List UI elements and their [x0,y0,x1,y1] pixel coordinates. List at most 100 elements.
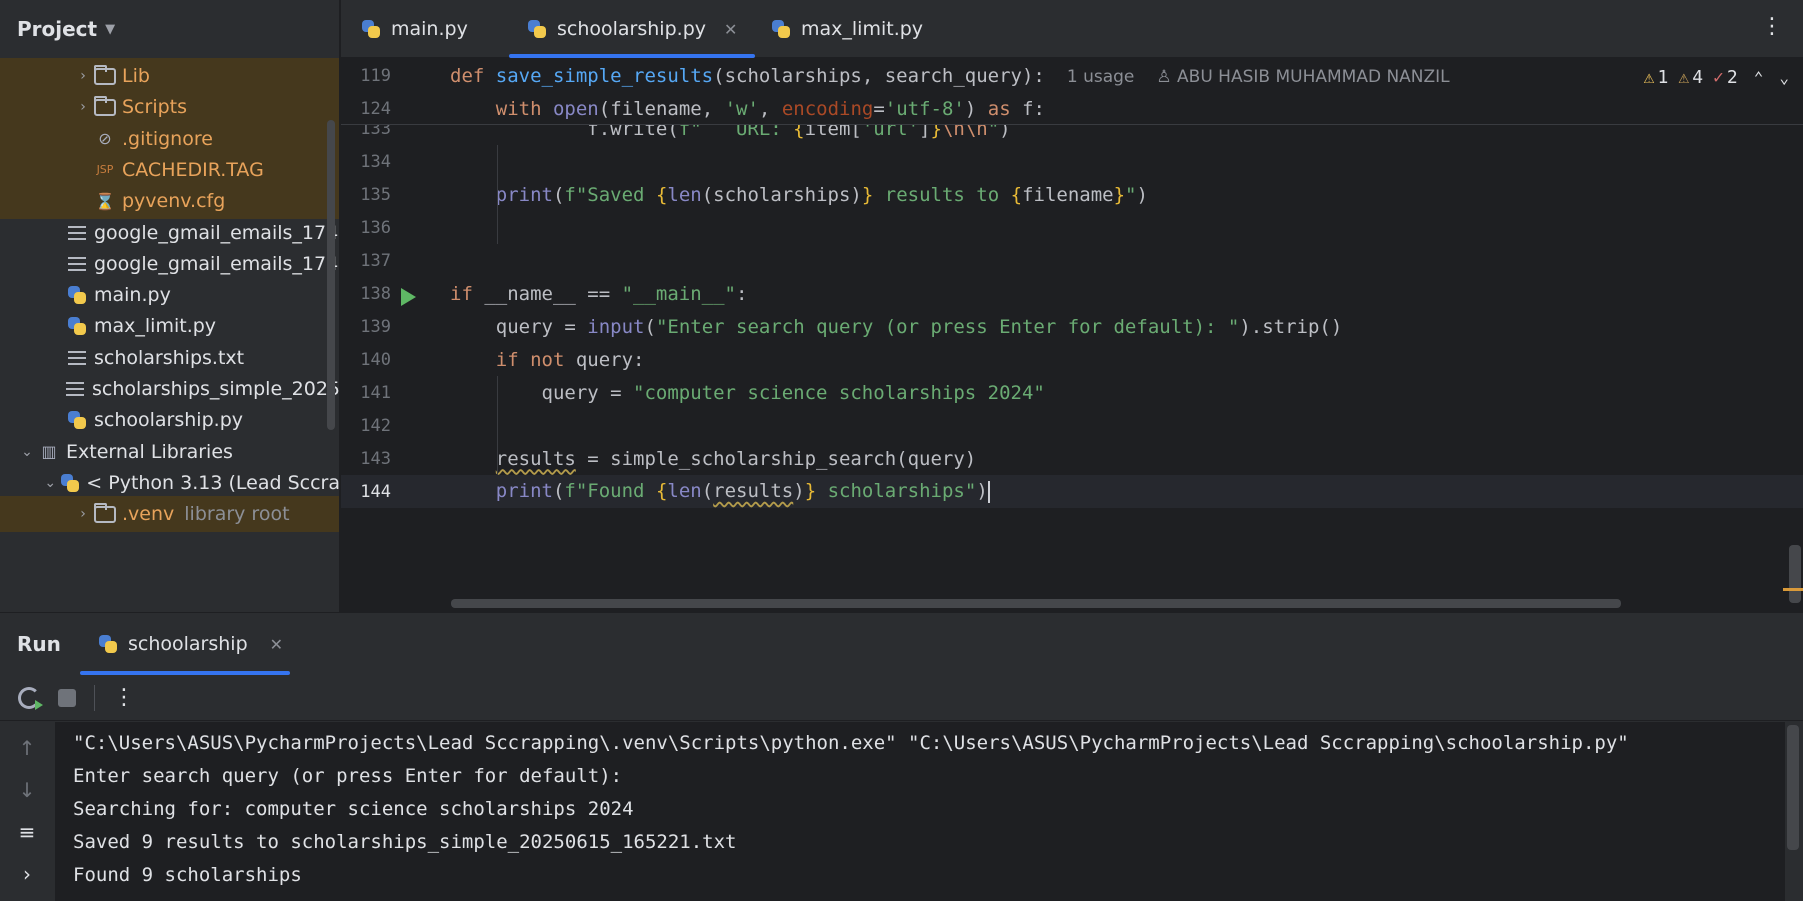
line-number: 124 [360,98,391,119]
tree-item-label: scholarships.txt [94,346,245,369]
sidebar-scrollbar[interactable] [327,120,335,430]
close-icon[interactable]: ✕ [724,20,737,39]
console-line: Enter search query (or press Enter for d… [73,764,623,787]
user-icon: ♙ [1156,66,1178,87]
previous-highlight-icon[interactable]: ⌃ [1754,68,1764,87]
chevron-right-icon[interactable]: › [74,506,92,522]
run-toolbar: ⋮ [0,675,1803,721]
line-number: 141 [360,382,391,403]
project-sidebar: Project ▼ › Lib › Scripts ⊘ .gitignore JSP CACH… [0,0,340,612]
text-file-icon [63,378,88,400]
run-tab-schoolarship[interactable]: schoolarship ✕ [80,613,290,675]
code-text: query = "computer science scholarships 2… [450,381,1045,404]
sticky-line-def[interactable]: 119 def save_simple_results(scholarships… [341,59,1803,92]
code-line[interactable]: 141 query = "computer science scholarshi… [341,376,1803,409]
ignore-file-icon: ⊘ [98,129,112,149]
console-side-toolbar: ↑ ↓ ≡ › [0,722,54,901]
typo-icon[interactable]: ✓ 2 [1713,67,1738,88]
more-options-icon[interactable]: ⋮ [113,685,135,710]
warning-stripe-marker[interactable] [1783,588,1803,591]
tree-item-label: Lib [122,65,150,87]
stop-icon[interactable] [58,688,76,707]
code-line[interactable]: 143 results = simple_scholarship_search(… [341,442,1803,475]
line-number: 144 [360,481,391,502]
soft-wrap-icon[interactable]: ≡ [19,820,36,844]
code-text: print(f"Saved {len(scholarships)} result… [495,183,1148,206]
code-line-current[interactable]: 144 print(f"Found {len(results)} scholar… [341,475,1803,508]
run-gutter-icon[interactable] [401,288,416,306]
weak-warning-icon[interactable]: ⚠ 4 [1678,67,1703,88]
tree-item-label: max_limit.py [94,315,217,338]
tab-label: schoolarship.py [557,18,706,40]
line-number: 119 [360,65,391,86]
line-number: 142 [360,415,391,436]
editor-tab-bar: main.py schoolarship.py ✕ max_limit.py ⋮ [341,0,1803,58]
tree-item-label: .venv [122,503,175,526]
tree-item-label: External Libraries [66,440,233,463]
console-line: "C:\Users\ASUS\PycharmProjects\Lead Sccr… [73,731,1629,754]
sticky-lines[interactable]: 119 def save_simple_results(scholarships… [341,59,1803,125]
rerun-icon[interactable] [18,686,43,710]
chevron-down-icon[interactable]: ▼ [105,22,115,37]
indent-guide [497,376,498,409]
code-line[interactable]: 134 [341,145,1803,178]
tree-item-label: main.py [94,284,171,307]
code-line[interactable]: 138 if __name__ == "__main__": [341,277,1803,310]
chevron-down-icon[interactable]: ⌄ [18,444,36,460]
python-file-icon [527,19,547,39]
text-caret [987,480,990,503]
config-file-icon: ⌛ [95,191,115,211]
tree-item[interactable]: › .venv library root [0,496,339,533]
code-line[interactable]: 137 [341,244,1803,277]
run-header: Run schoolarship ✕ [0,613,1803,675]
code-line[interactable]: 140 if not query: [341,343,1803,376]
code-line[interactable]: 136 [341,211,1803,244]
line-number: 137 [360,250,391,271]
code-line[interactable]: 142 [341,409,1803,442]
vertical-scrollbar[interactable] [1789,545,1801,603]
code-text: def save_simple_results(scholarships, se… [450,64,1450,87]
project-view-header[interactable]: Project ▼ [0,0,339,58]
horizontal-scrollbar[interactable] [451,599,1621,608]
tree-item-label: .gitignore [122,127,213,150]
tree-item-hint: library root [184,503,290,526]
inspection-widget[interactable]: ⚠ 1 ⚠ 4 ✓ 2 ⌃ ⌄ [1644,67,1789,88]
tree-item-label: google_gmail_emails_174 [94,221,339,244]
line-number: 140 [360,349,391,370]
arrow-down-icon[interactable]: ↓ [19,778,36,802]
console-line: Saved 9 results to scholarships_simple_2… [73,830,737,853]
tree-item-label: pyvenv.cfg [122,190,226,213]
code-line[interactable]: 139 query = input("Enter search query (o… [341,310,1803,343]
next-highlight-icon[interactable]: ⌄ [1779,68,1789,87]
chevron-right-icon[interactable]: › [23,862,31,886]
console-scrollbar[interactable] [1787,725,1799,850]
tab-schoolarship-py[interactable]: schoolarship.py ✕ [509,0,756,58]
tab-main-py[interactable]: main.py [361,0,468,58]
line-number: 135 [360,184,391,205]
tree-item-label: Scripts [122,96,188,119]
usage-count[interactable]: 1 usage [1067,67,1135,87]
arrow-up-icon[interactable]: ↑ [19,736,36,760]
tab-label: max_limit.py [801,18,924,40]
python-file-icon [98,634,118,654]
library-icon: ▥ [41,442,57,462]
text-file-icon [64,222,90,244]
author-hint[interactable]: ♙ ABU HASIB MUHAMMAD NANZIL [1156,67,1449,87]
indent-guide [497,145,498,244]
line-number: 138 [360,283,391,304]
tab-max-limit-py[interactable]: max_limit.py [771,0,923,58]
more-options-icon[interactable]: ⋮ [1761,14,1783,39]
close-icon[interactable]: ✕ [270,635,283,654]
code-line[interactable]: 135 print(f"Saved {len(scholarships)} re… [341,178,1803,211]
code-editor[interactable]: 119 def save_simple_results(scholarships… [341,59,1803,612]
tree-item-label: < Python 3.13 (Lead Sccra [86,471,340,494]
chevron-right-icon[interactable]: › [74,99,92,115]
chevron-right-icon[interactable]: › [74,68,92,84]
warning-icon[interactable]: ⚠ 1 [1644,67,1669,88]
code-text: with open(filename, 'w', encoding='utf-8… [495,97,1045,120]
line-number: 136 [360,217,391,238]
sticky-line-with[interactable]: 124 with open(filename, 'w', encoding='u… [341,92,1803,125]
console-output[interactable]: "C:\Users\ASUS\PycharmProjects\Lead Sccr… [55,722,1785,901]
indent-guide [497,409,498,475]
chevron-down-icon[interactable]: ⌄ [42,475,58,491]
